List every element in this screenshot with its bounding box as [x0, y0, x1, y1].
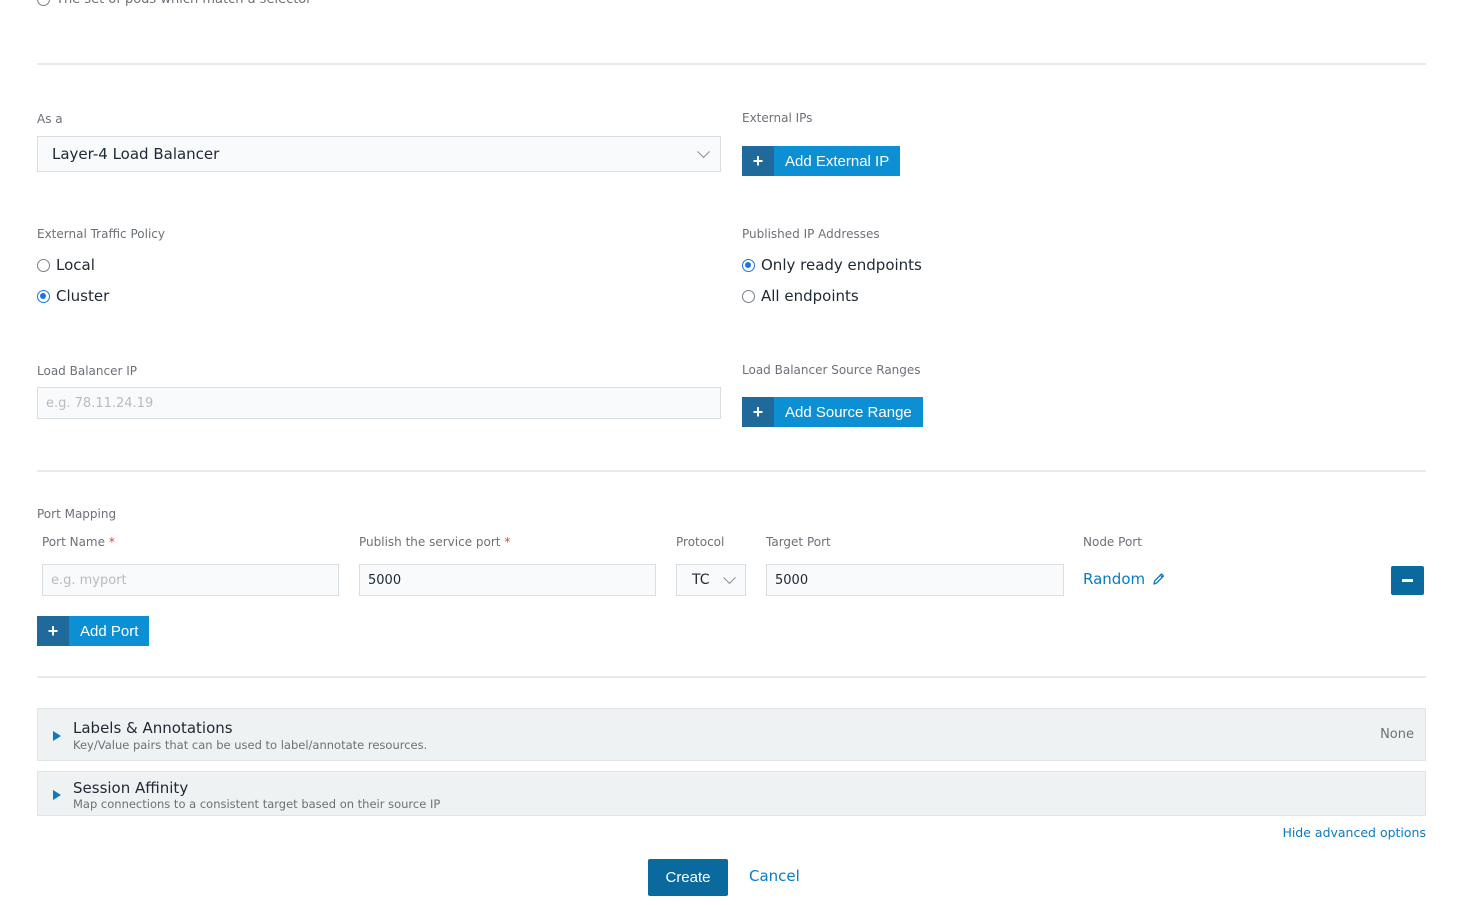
create-button[interactable]: Create — [648, 859, 728, 896]
hide-advanced-options-link[interactable]: Hide advanced options — [1282, 825, 1426, 840]
add-port-label: Add Port — [80, 622, 139, 640]
target-port-header: Target Port — [766, 535, 831, 549]
accordion-subtitle: Key/Value pairs that can be used to labe… — [73, 738, 428, 752]
publish-port-input[interactable] — [359, 564, 656, 596]
section-divider — [37, 676, 1426, 678]
traffic-policy-cluster-label: Cluster — [56, 287, 110, 305]
add-port-button[interactable]: + Add Port — [37, 616, 150, 646]
radio-checked-icon[interactable] — [37, 289, 50, 303]
radio-icon[interactable] — [37, 258, 50, 272]
required-mark: * — [504, 535, 511, 549]
target-port-input[interactable] — [766, 564, 1064, 596]
traffic-policy-cluster[interactable]: Cluster — [37, 287, 109, 305]
published-ip-ready-only[interactable]: Only ready endpoints — [742, 256, 922, 274]
traffic-policy-label: External Traffic Policy — [37, 227, 165, 241]
cancel-button[interactable]: Cancel — [749, 867, 800, 885]
caret-right-icon — [53, 731, 61, 741]
service-type-label: As a — [37, 112, 63, 126]
node-port-random-link[interactable]: Random — [1083, 570, 1165, 588]
external-ips-label: External IPs — [742, 111, 813, 125]
pod-selector-label: The set of pods which match a selector — [56, 0, 312, 7]
radio-icon[interactable] — [37, 0, 50, 6]
node-port-header: Node Port — [1083, 535, 1142, 549]
required-mark: * — [108, 535, 115, 549]
add-source-range-label: Add Source Range — [785, 403, 912, 421]
minus-icon — [1402, 579, 1413, 582]
traffic-policy-local[interactable]: Local — [37, 256, 95, 274]
port-name-header-text: Port Name — [42, 535, 106, 549]
accordion-status: None — [1380, 727, 1414, 742]
radio-icon[interactable] — [742, 289, 755, 303]
published-ip-label: Published IP Addresses — [742, 227, 880, 241]
plus-icon: + — [742, 397, 774, 427]
published-ip-all[interactable]: All endpoints — [742, 287, 859, 305]
pencil-icon[interactable] — [1152, 572, 1165, 586]
published-ip-all-label: All endpoints — [761, 287, 859, 305]
section-divider — [37, 470, 1426, 472]
port-name-input[interactable] — [42, 564, 339, 596]
lb-ip-input[interactable] — [37, 387, 721, 419]
published-ip-ready-label: Only ready endpoints — [761, 256, 922, 274]
accordion-session-affinity[interactable]: Session Affinity Map connections to a co… — [37, 771, 1426, 816]
accordion-labels-annotations[interactable]: Labels & Annotations Key/Value pairs tha… — [37, 708, 1426, 761]
protocol-header: Protocol — [676, 535, 725, 549]
port-name-header: Port Name * — [42, 535, 115, 549]
protocol-value: TC — [692, 572, 710, 588]
add-external-ip-label: Add External IP — [785, 152, 890, 170]
accordion-title: Session Affinity — [73, 779, 189, 797]
source-ranges-label: Load Balancer Source Ranges — [742, 363, 921, 377]
caret-right-icon — [53, 790, 61, 800]
plus-icon: + — [37, 616, 69, 646]
publish-port-header: Publish the service port * — [359, 535, 510, 549]
port-mapping-label: Port Mapping — [37, 507, 117, 521]
plus-icon: + — [742, 146, 774, 176]
node-port-value: Random — [1083, 570, 1146, 588]
accordion-subtitle: Map connections to a consistent target b… — [73, 797, 441, 811]
lb-ip-label: Load Balancer IP — [37, 364, 137, 378]
service-type-select[interactable]: Layer-4 Load Balancer — [37, 136, 721, 172]
accordion-title: Labels & Annotations — [73, 719, 233, 737]
chevron-down-icon — [697, 145, 710, 159]
service-type-value: Layer-4 Load Balancer — [52, 145, 220, 163]
radio-checked-icon[interactable] — [742, 258, 755, 272]
traffic-policy-local-label: Local — [56, 256, 95, 274]
add-source-range-button[interactable]: + Add Source Range — [742, 397, 923, 427]
section-divider — [37, 63, 1426, 65]
add-external-ip-button[interactable]: + Add External IP — [742, 146, 901, 176]
pod-selector-option[interactable]: The set of pods which match a selector — [37, 0, 312, 7]
protocol-select[interactable]: TC — [676, 564, 746, 596]
publish-port-header-text: Publish the service port — [359, 535, 501, 549]
chevron-down-icon — [723, 571, 736, 585]
remove-port-button[interactable] — [1391, 566, 1424, 595]
